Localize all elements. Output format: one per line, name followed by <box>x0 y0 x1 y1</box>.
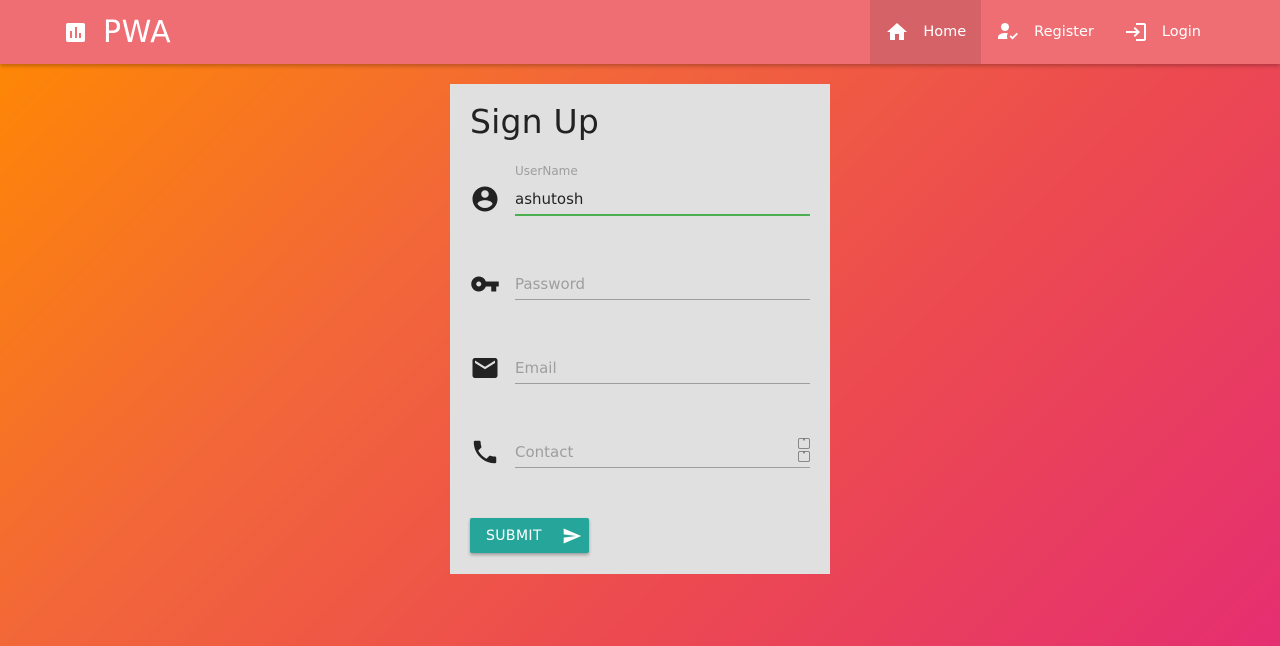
username-input[interactable] <box>515 184 810 216</box>
person-check-icon <box>998 23 1019 40</box>
number-spinner[interactable]: ˄ ˅ <box>798 438 810 462</box>
nav-item-home[interactable]: Home <box>870 0 982 64</box>
home-icon <box>887 23 908 40</box>
nav-item-label: Register <box>1034 24 1094 40</box>
nav-item-label: Login <box>1161 24 1201 40</box>
key-icon <box>471 276 499 292</box>
nav-menu: Home Register Login <box>870 0 1216 64</box>
username-field-group: UserName <box>470 164 810 224</box>
brand-title: PWA <box>103 14 172 50</box>
submit-button-label: SUBMIT <box>486 527 542 544</box>
password-field-group <box>470 254 810 314</box>
spinner-down-icon[interactable]: ˅ <box>798 451 810 462</box>
contact-field-group: ˄ ˅ <box>470 422 810 482</box>
contact-input[interactable] <box>515 437 810 468</box>
submit-button[interactable]: SUBMIT <box>470 518 589 553</box>
nav-item-label: Home <box>923 24 967 40</box>
email-input[interactable] <box>515 353 810 384</box>
signup-card: Sign Up UserName ˄ ˅ SUBMIT <box>450 84 830 574</box>
username-label: UserName <box>515 164 578 178</box>
bar-chart-icon <box>66 22 85 42</box>
nav-item-register[interactable]: Register <box>981 0 1109 64</box>
mail-icon <box>472 358 498 378</box>
login-icon <box>1125 23 1146 41</box>
phone-icon <box>473 440 497 464</box>
nav-item-login[interactable]: Login <box>1109 0 1216 64</box>
brand[interactable]: PWA <box>66 0 171 64</box>
form-title: Sign Up <box>470 102 599 141</box>
email-field-group <box>470 338 810 398</box>
password-input[interactable] <box>515 269 810 300</box>
account-circle-icon <box>472 186 498 212</box>
send-icon <box>563 528 582 543</box>
spinner-up-icon[interactable]: ˄ <box>798 438 810 449</box>
top-navbar: PWA Home Register Login <box>0 0 1280 64</box>
